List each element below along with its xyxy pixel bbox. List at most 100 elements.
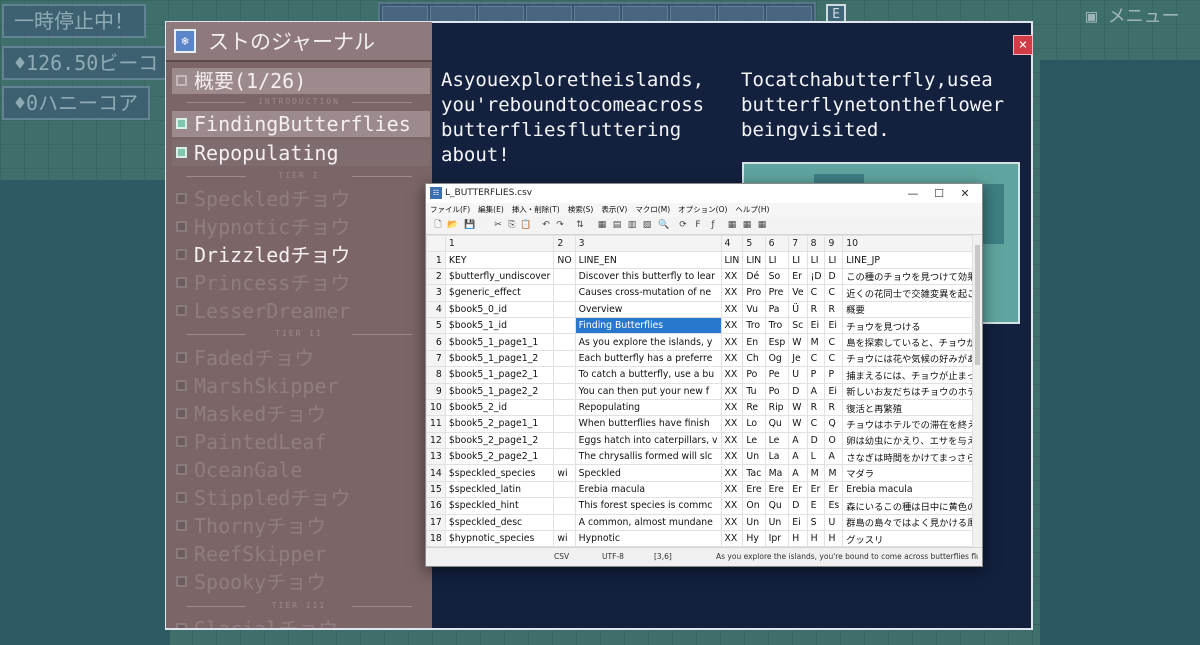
table-cell[interactable]: Tac — [742, 464, 766, 482]
table-cell[interactable]: Er — [824, 480, 844, 499]
table-cell[interactable]: C — [806, 349, 826, 368]
table-cell[interactable]: XX — [720, 431, 744, 450]
table-cell[interactable]: Dé — [742, 267, 766, 286]
table-cell[interactable]: $book5_2_page1_2 — [444, 431, 555, 450]
table-cell[interactable]: XX — [720, 284, 744, 302]
table-cell[interactable]: To catch a butterfly, use a bu — [574, 366, 722, 384]
table-cell[interactable]: Vu — [742, 300, 766, 318]
table-cell[interactable]: Finding Butterflies — [574, 316, 722, 335]
menu-edit[interactable]: 編集(E) — [474, 203, 508, 217]
row-number[interactable]: 13 — [426, 448, 446, 466]
column-header[interactable]: 3 — [574, 235, 722, 253]
table-cell[interactable]: Po — [764, 382, 790, 400]
table-cell[interactable]: Rip — [764, 398, 790, 417]
journal-item-marsh-skipper[interactable]: MarshSkipper — [172, 373, 430, 399]
table-cell[interactable]: Qu — [764, 415, 790, 433]
column-header[interactable]: 4 — [720, 235, 744, 253]
table-cell[interactable]: Ve — [788, 284, 808, 302]
table-cell[interactable]: Ere — [764, 480, 790, 499]
row-number[interactable]: 15 — [426, 480, 446, 499]
journal-item-painted-leaf[interactable]: PaintedLeaf — [172, 429, 430, 455]
table-cell[interactable]: R — [806, 300, 826, 318]
minimize-icon[interactable]: — — [900, 184, 926, 203]
table-cell[interactable]: Hy — [742, 530, 766, 548]
column-header[interactable]: 9 — [824, 235, 844, 253]
journal-item-lesser-dreamer[interactable]: LesserDreamer — [172, 298, 430, 324]
table-cell[interactable]: Un — [742, 513, 766, 532]
table-cell[interactable]: 概要 — [842, 300, 974, 318]
table-cell[interactable]: XX — [720, 300, 744, 318]
column-header[interactable]: 5 — [742, 235, 766, 253]
table-cell[interactable]: Tu — [742, 382, 766, 400]
table-cell[interactable]: Je — [788, 349, 808, 368]
table-cell[interactable]: $book5_1_page1_2 — [444, 349, 555, 368]
table-cell[interactable]: M — [806, 333, 826, 351]
table-cell[interactable] — [553, 349, 576, 368]
table-cell[interactable]: Pa — [764, 300, 790, 318]
table-cell[interactable]: A — [806, 382, 826, 400]
table-cell[interactable]: Tro — [764, 316, 790, 335]
table-cell[interactable]: $book5_1_id — [444, 316, 555, 335]
row-number[interactable]: 1 — [426, 251, 446, 269]
table-cell[interactable]: $book5_1_page1_1 — [444, 333, 555, 351]
table-cell[interactable]: LIN — [720, 251, 744, 269]
table-cell[interactable]: 群島の島々ではよく見かける風景だが、チ — [842, 513, 974, 532]
table-cell[interactable]: マダラ — [842, 464, 974, 482]
table-cell[interactable]: Repopulating — [574, 398, 722, 417]
view-list-icon[interactable]: ▦ — [756, 219, 768, 231]
journal-item-finding-butterflies[interactable]: FindingButterflies — [172, 111, 430, 137]
row-number[interactable]: 17 — [426, 513, 446, 532]
table-cell[interactable]: この種のチョウを見つけて効果を見てみよう — [842, 267, 974, 286]
table-cell[interactable]: Ü — [788, 300, 808, 318]
table-cell[interactable]: Ere — [742, 480, 766, 499]
table-cell[interactable]: XX — [720, 415, 744, 433]
row-number[interactable]: 9 — [426, 382, 446, 400]
table-cell[interactable]: wi — [553, 530, 576, 548]
table-cell[interactable]: W — [788, 333, 808, 351]
vertical-scrollbar[interactable] — [972, 235, 982, 548]
table-cell[interactable]: チョウはホテルでの滞在を終えた卵を産む — [842, 415, 974, 433]
table-cell[interactable]: $book5_2_page2_1 — [444, 448, 555, 466]
table-cell[interactable]: C — [824, 349, 844, 368]
table-cell[interactable]: グッスリ — [842, 530, 974, 548]
maximize-icon[interactable]: ☐ — [926, 184, 952, 203]
table-cell[interactable]: Each butterfly has a preferre — [574, 349, 722, 368]
table-cell[interactable]: XX — [720, 267, 744, 286]
table-cell[interactable]: C — [806, 284, 826, 302]
table-cell[interactable] — [553, 448, 576, 466]
journal-item-stippled[interactable]: Stippledチョウ — [172, 485, 430, 511]
table-cell[interactable]: L — [806, 448, 826, 466]
table-cell[interactable]: Un — [764, 513, 790, 532]
menu-options[interactable]: オプション(O) — [674, 203, 731, 217]
window-close-icon[interactable]: ✕ — [952, 184, 978, 203]
table-cell[interactable]: Ei — [788, 513, 808, 532]
table-cell[interactable]: D — [788, 497, 808, 515]
table-cell[interactable]: H — [806, 530, 826, 548]
table-cell[interactable] — [553, 480, 576, 499]
table-cell[interactable]: So — [764, 267, 790, 286]
table-cell[interactable]: Ei — [806, 316, 826, 335]
table-cell[interactable]: Speckled — [574, 464, 722, 482]
window-titlebar[interactable]: ☷ L_BUTTERFLIES.csv — ☐ ✕ — [426, 184, 982, 203]
table-cell[interactable]: LINE_EN — [574, 251, 722, 269]
grid-icon[interactable]: ▦ — [596, 219, 608, 231]
table-cell[interactable]: When butterflies have finish — [574, 415, 722, 433]
table-cell[interactable] — [553, 333, 576, 351]
table-cell[interactable]: Discover this butterfly to lear — [574, 267, 722, 286]
table-cell[interactable] — [553, 431, 576, 450]
table-cell[interactable]: Pe — [764, 366, 790, 384]
table-cell[interactable]: R — [824, 300, 844, 318]
table-cell[interactable]: W — [788, 415, 808, 433]
row-number[interactable]: 14 — [426, 464, 446, 482]
view-table-icon[interactable]: ▦ — [726, 219, 738, 231]
table-cell[interactable]: Esp — [764, 333, 790, 351]
journal-item-repopulating[interactable]: Repopulating — [172, 140, 430, 166]
table-cell[interactable]: This forest species is commc — [574, 497, 722, 515]
corner-cell[interactable] — [426, 235, 446, 253]
table-cell[interactable] — [553, 415, 576, 433]
menu-button[interactable]: ▣ メニュー — [1086, 4, 1180, 30]
insert-row-icon[interactable]: ▤ — [611, 219, 623, 231]
row-number[interactable]: 16 — [426, 497, 446, 515]
table-cell[interactable]: Tro — [742, 316, 766, 335]
table-cell[interactable]: $book5_2_id — [444, 398, 555, 417]
